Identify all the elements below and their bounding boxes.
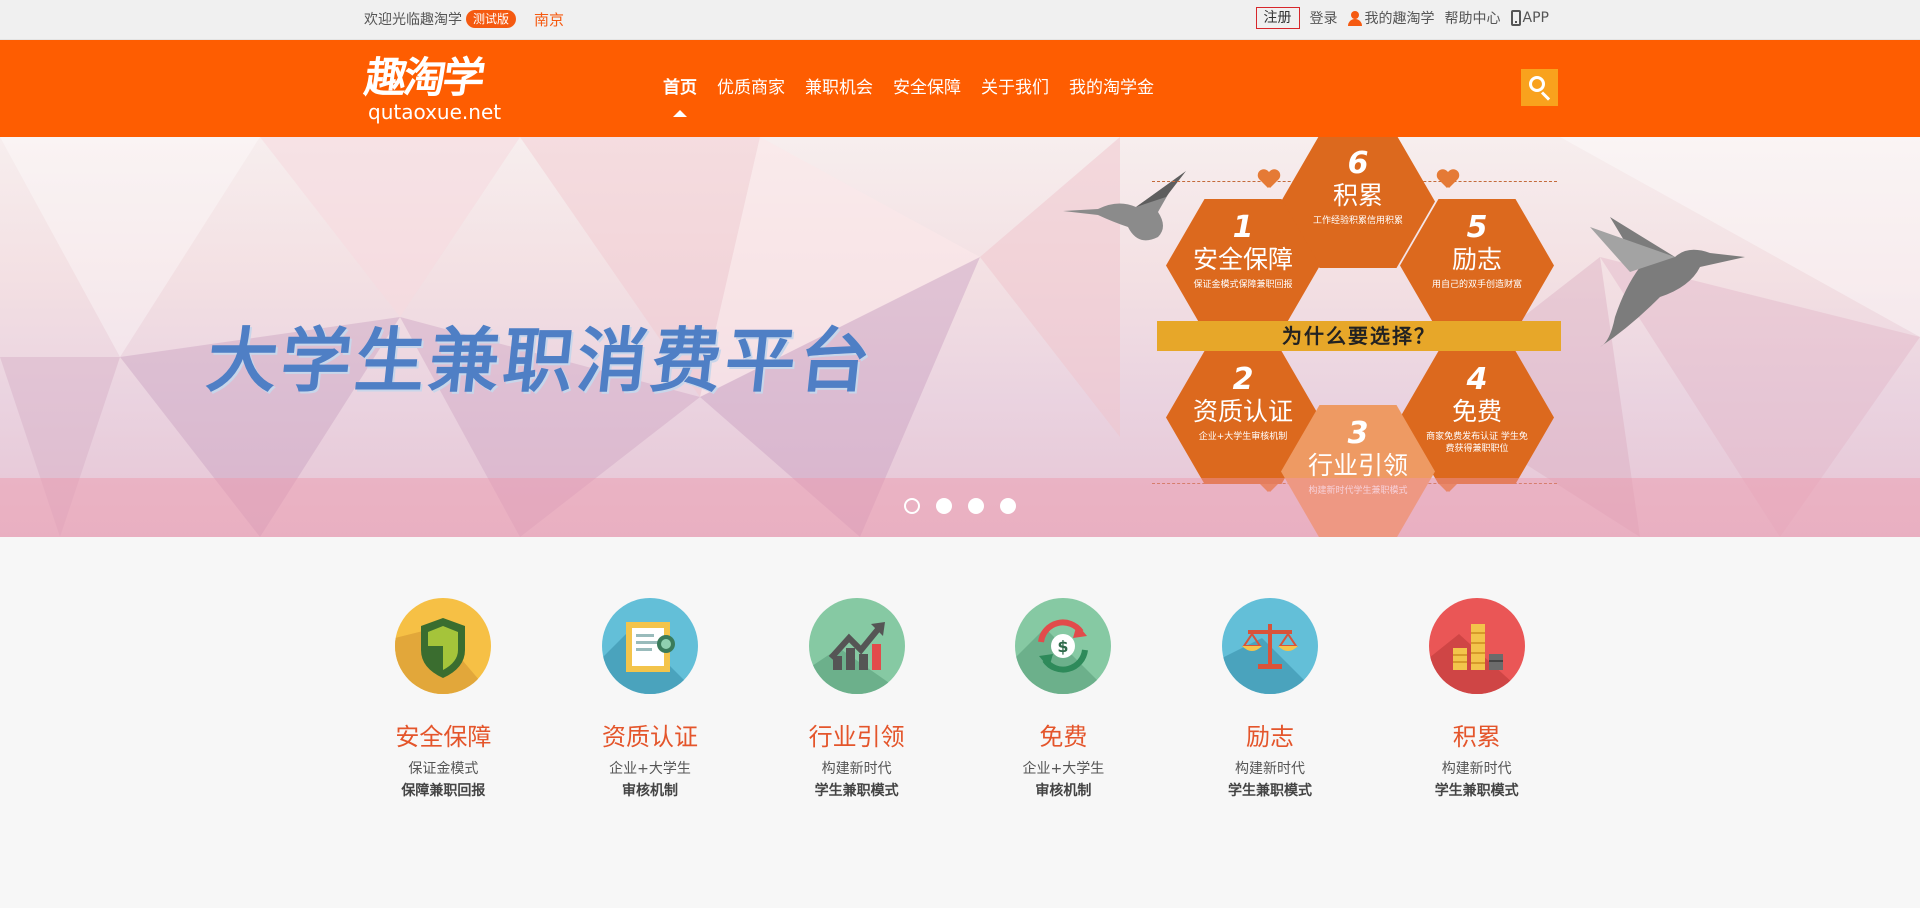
feature-line-2: 保障兼职回报 [401, 783, 486, 799]
hex-subtitle: 保证金模式保障兼职回报 [1193, 280, 1293, 290]
nav-item-home[interactable]: 首页 [653, 40, 707, 137]
nav-item-label: 优质商家 [717, 78, 785, 98]
hex-title: 免费 [1451, 397, 1502, 426]
feature-line-2: 学生兼职模式 [1228, 783, 1313, 799]
hex-title: 励志 [1451, 245, 1502, 274]
carousel-dot-4[interactable] [1000, 498, 1016, 514]
main-nav: 首页 优质商家 兼职机会 安全保障 关于我们 我的淘学金 [653, 40, 1164, 137]
active-caret-icon [673, 110, 687, 117]
phone-icon [1510, 10, 1521, 26]
nav-item-jobs[interactable]: 兼职机会 [795, 40, 883, 137]
feature-line-2: 审核机制 [622, 783, 678, 799]
logo-chinese: 趣淘学 [361, 53, 486, 102]
coins-stack-icon [1428, 598, 1525, 694]
certificate-icon [602, 598, 698, 694]
login-link[interactable]: 登录 [1310, 8, 1338, 28]
hex-title: 安全保障 [1192, 245, 1293, 274]
carousel-dot-3[interactable] [968, 498, 984, 514]
heart-icon [1437, 170, 1457, 190]
feature-title: 励志 [1246, 723, 1295, 751]
feature-line-1: 保证金模式 [408, 761, 479, 777]
feature-title: 行业引领 [808, 723, 905, 751]
nav-item-label: 关于我们 [981, 78, 1049, 98]
hex-subtitle: 用自己的双手创造财富 [1431, 280, 1522, 290]
heart-icon [1258, 170, 1278, 190]
hex-title: 积累 [1332, 181, 1383, 210]
app-label: APP [1522, 10, 1549, 26]
feature-line-2: 学生兼职模式 [1434, 783, 1519, 799]
feature-line-1: 构建新时代 [821, 761, 892, 777]
feature-line-2: 审核机制 [1035, 783, 1092, 799]
account-links: 注册 登录 我的趣淘学 帮助中心 APP [1255, 7, 1549, 29]
feature-line-2: 学生兼职模式 [814, 783, 899, 799]
hex-title: 资质认证 [1192, 397, 1293, 426]
nav-item-merchants[interactable]: 优质商家 [707, 40, 795, 137]
feature-title: 积累 [1452, 723, 1501, 751]
hex-subtitle: 工作经验积累信用积累 [1312, 216, 1403, 226]
top-utility-bar: 欢迎光临趣淘学 测试版 南京 注册 登录 我的趣淘学 帮助中心 APP [0, 0, 1920, 40]
feature-security[interactable]: 安全保障 保证金模式 保障兼职回报 [340, 598, 547, 818]
help-center-link[interactable]: 帮助中心 [1445, 8, 1501, 28]
user-icon [1347, 10, 1362, 26]
app-link[interactable]: APP [1510, 10, 1549, 26]
feature-title: 安全保障 [395, 723, 492, 751]
scale-icon [1222, 598, 1319, 694]
my-account-label: 我的趣淘学 [1364, 11, 1435, 27]
nav-item-label: 首页 [663, 78, 697, 98]
search-button[interactable] [1521, 69, 1558, 106]
feature-inspire[interactable]: 励志 构建新时代 学生兼职模式 [1167, 598, 1374, 818]
dollar-exchange-icon: $ [1015, 598, 1112, 694]
carousel-dots [904, 498, 1032, 514]
growth-chart-icon [808, 598, 905, 694]
my-account-link[interactable]: 我的趣淘学 [1347, 8, 1435, 28]
feature-line-1: 构建新时代 [1441, 761, 1512, 777]
feature-line-1: 构建新时代 [1235, 761, 1306, 777]
hummingbird-right-image [1590, 217, 1745, 347]
hex-subtitle: 企业+大学生审核机制 [1198, 432, 1288, 442]
welcome-text: 欢迎光临趣淘学 [364, 12, 462, 28]
svg-text:$: $ [1058, 637, 1069, 656]
nav-item-label: 我的淘学金 [1069, 78, 1154, 98]
nav-item-about[interactable]: 关于我们 [971, 40, 1059, 137]
feature-line-1: 企业+大学生 [1022, 761, 1105, 777]
hex-title: 行业引领 [1307, 451, 1408, 480]
search-icon-handle [1540, 91, 1551, 101]
welcome-area: 欢迎光临趣淘学 测试版 南京 [364, 9, 564, 29]
logo-domain: qutaoxue.net [368, 100, 502, 124]
hero-banner: 大学生兼职消费平台 6 积累 工作经验积累信用积累 1 安全保障 保证金模式保障… [0, 137, 1920, 537]
register-link[interactable]: 注册 [1255, 7, 1300, 29]
shield-icon [395, 598, 492, 694]
banner-slogan: 大学生兼职消费平台 [203, 320, 878, 402]
feature-certification[interactable]: 资质认证 企业+大学生 审核机制 [547, 598, 754, 818]
search-icon [1529, 76, 1545, 92]
main-header: 趣淘学 qutaoxue.net 首页 优质商家 兼职机会 安全保障 关于我们 … [0, 40, 1920, 137]
feature-free[interactable]: $ 免费 企业+大学生 审核机制 [960, 598, 1167, 818]
beta-badge: 测试版 [466, 10, 517, 28]
carousel-dot-1[interactable] [904, 498, 920, 514]
feature-title: 资质认证 [602, 723, 698, 751]
nav-item-label: 兼职机会 [805, 78, 873, 98]
nav-item-security[interactable]: 安全保障 [883, 40, 971, 137]
why-choose-banner: 为什么要选择？ [1157, 321, 1561, 351]
feature-line-1: 企业+大学生 [609, 761, 691, 777]
feature-accumulate[interactable]: 积累 构建新时代 学生兼职模式 [1373, 598, 1580, 818]
nav-item-my-funds[interactable]: 我的淘学金 [1059, 40, 1164, 137]
nav-item-label: 安全保障 [893, 78, 961, 98]
features-section: 安全保障 保证金模式 保障兼职回报 资质认证 企业+大学生 审核机制 行业引领 … [340, 598, 1580, 818]
feature-industry[interactable]: 行业引领 构建新时代 学生兼职模式 [753, 598, 960, 818]
site-logo[interactable]: 趣淘学 qutaoxue.net [361, 53, 515, 127]
feature-title: 免费 [1039, 723, 1088, 751]
city-selector[interactable]: 南京 [534, 9, 564, 30]
carousel-dot-2[interactable] [936, 498, 952, 514]
